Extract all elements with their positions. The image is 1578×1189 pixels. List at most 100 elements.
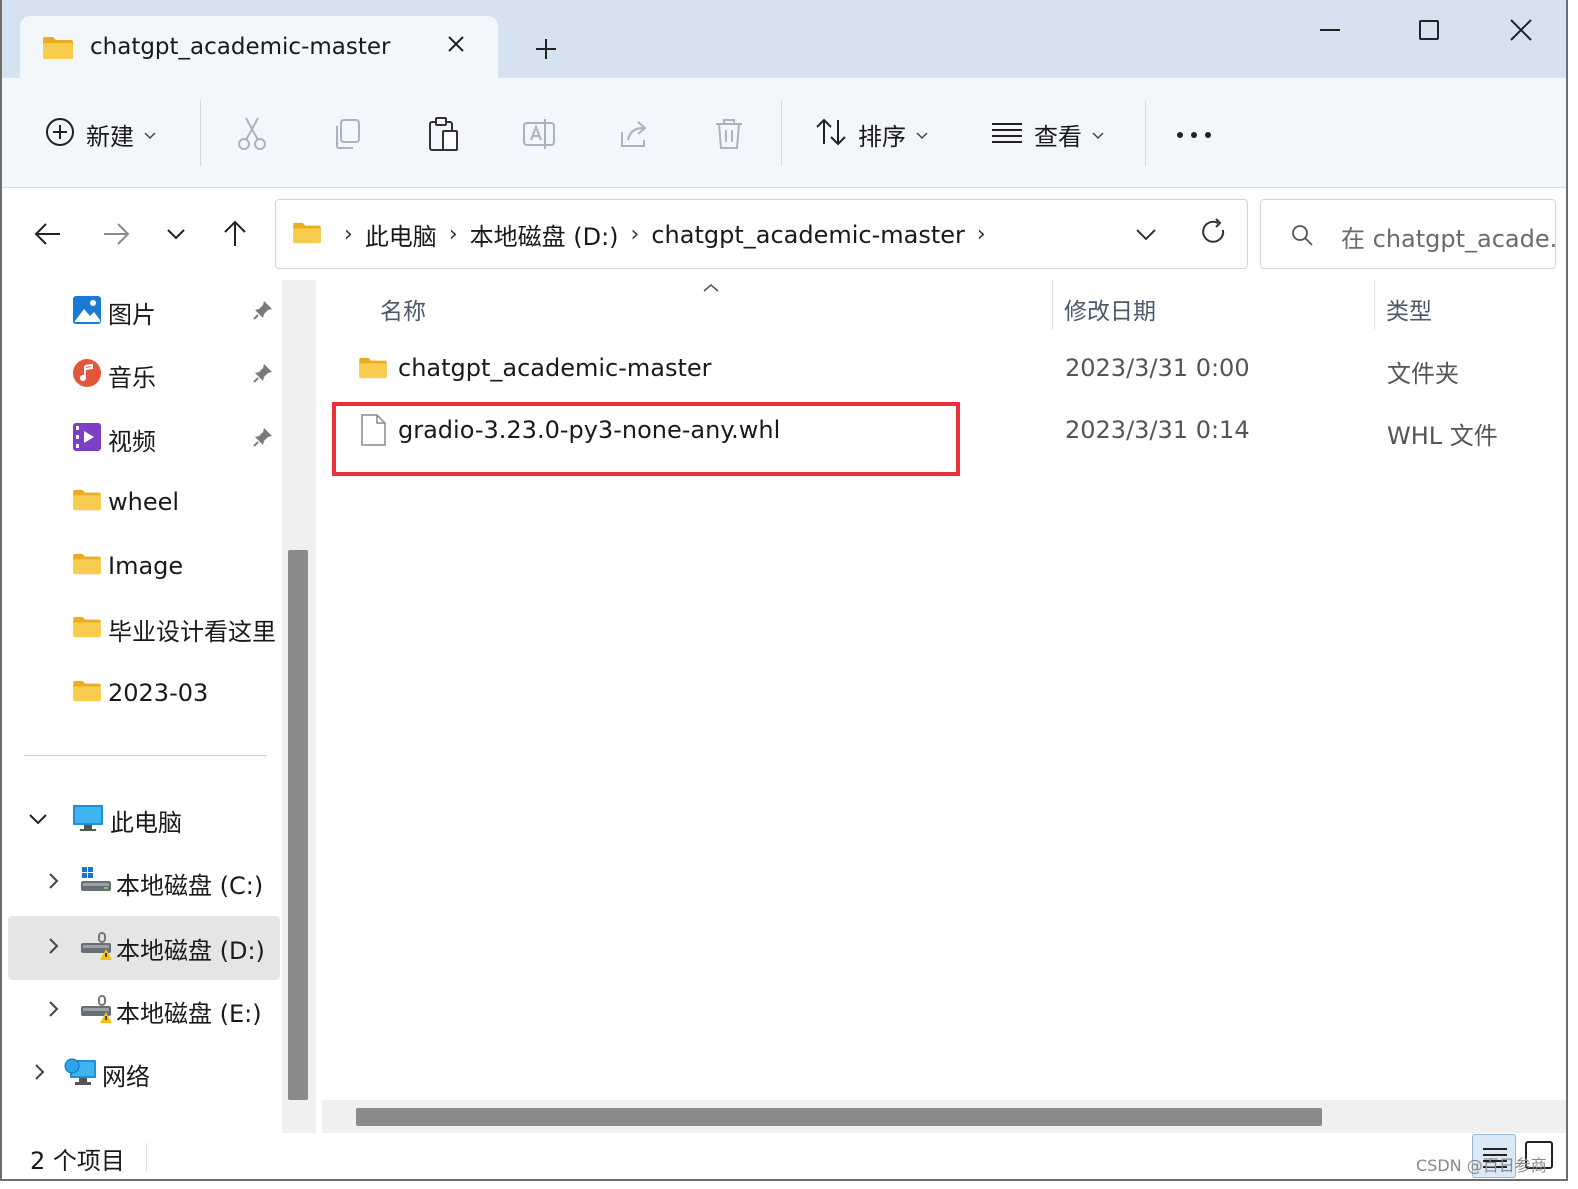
chevron-right-icon[interactable]: › [344, 222, 353, 247]
chevron-down-icon [144, 125, 156, 144]
search-input[interactable]: 在 chatgpt_acade... [1341, 219, 1555, 254]
column-header-name[interactable]: 名称 [380, 292, 426, 326]
new-tab-button[interactable] [529, 32, 563, 66]
file-name: chatgpt_academic-master [398, 354, 712, 382]
copy-icon[interactable] [328, 114, 368, 154]
status-divider [146, 1143, 147, 1171]
pin-icon [252, 426, 274, 452]
status-bar: 2 个项目 [2, 1133, 1566, 1179]
sidebar-item-pictures[interactable]: 图片 [2, 284, 278, 340]
toolbar-divider [781, 100, 782, 166]
list-lines-icon [990, 119, 1024, 149]
table-row[interactable]: chatgpt_academic-master 2023/3/31 0:00 文… [338, 340, 1566, 398]
folder-icon [72, 489, 102, 515]
file-type: 文件夹 [1387, 360, 1459, 388]
minimize-button[interactable] [1307, 10, 1353, 50]
file-modified: 2023/3/31 0:14 [1065, 416, 1250, 444]
warning-drive-icon [80, 994, 112, 1028]
column-divider[interactable] [1052, 280, 1053, 330]
sidebar-item-drive-c[interactable]: 本地磁盘 (C:) [2, 855, 278, 911]
title-bar: chatgpt_academic-master [2, 0, 1566, 78]
tab-chatgpt-academic-master[interactable]: chatgpt_academic-master [20, 16, 498, 78]
windows-drive-icon [80, 866, 112, 900]
new-button-label: 新建 [86, 122, 134, 151]
chevron-right-icon[interactable] [46, 871, 60, 895]
column-header-modified[interactable]: 修改日期 [1064, 292, 1156, 326]
sidebar-item-graduation-project[interactable]: 毕业设计看这里 [2, 601, 278, 657]
sidebar-item-drive-d[interactable]: 本地磁盘 (D:) [8, 916, 280, 980]
file-type: WHL 文件 [1387, 422, 1498, 450]
folder-icon [292, 222, 322, 248]
computer-icon [72, 803, 104, 837]
watermark: CSDN @百日参商 [1416, 1156, 1547, 1175]
sidebar-item-2023-03[interactable]: 2023-03 [2, 665, 278, 721]
horizontal-scrollbar-thumb[interactable] [356, 1108, 1322, 1126]
rename-icon[interactable] [519, 114, 559, 154]
sort-ascending-icon [702, 278, 720, 297]
sidebar-item-drive-e[interactable]: 本地磁盘 (E:) [2, 983, 278, 1039]
sidebar-item-label: 网络 [102, 1062, 150, 1091]
sidebar-item-label: 2023-03 [108, 679, 209, 707]
warning-drive-icon [80, 931, 112, 965]
chevron-down-icon[interactable] [28, 811, 48, 830]
sidebar-item-this-pc[interactable]: 此电脑 [2, 792, 278, 848]
sidebar-item-label: 图片 [108, 300, 156, 329]
sort-button-label: 排序 [858, 122, 906, 151]
close-tab-icon[interactable] [440, 28, 472, 60]
view-button-label: 查看 [1034, 122, 1082, 151]
navigation-pane: 图片 音乐 视频 wheel Image 毕业设计看这里 2023-03 此电脑… [2, 280, 316, 1133]
more-dots-icon [1174, 125, 1214, 144]
annotation-highlight-box [332, 402, 960, 476]
paste-icon[interactable] [423, 114, 463, 154]
delete-icon[interactable] [709, 114, 749, 154]
sidebar-item-label: 音乐 [108, 363, 156, 392]
network-icon [64, 1056, 96, 1092]
search-box[interactable]: 在 chatgpt_acade... [1260, 199, 1556, 269]
sidebar-item-network[interactable]: 网络 [2, 1046, 278, 1102]
sidebar-item-music[interactable]: 音乐 [2, 347, 278, 403]
toolbar-divider [1145, 100, 1146, 166]
share-icon[interactable] [614, 114, 654, 154]
chevron-down-icon [916, 125, 928, 144]
sidebar-item-label: 视频 [108, 427, 156, 456]
file-modified: 2023/3/31 0:00 [1065, 354, 1250, 382]
chevron-right-icon[interactable]: › [449, 222, 458, 247]
address-history-dropdown-icon[interactable] [1134, 222, 1158, 250]
up-button[interactable] [215, 214, 255, 254]
chevron-right-icon[interactable] [46, 999, 60, 1023]
new-button[interactable]: 新建 [44, 112, 156, 156]
cut-icon[interactable] [232, 114, 272, 154]
forward-button[interactable] [96, 214, 136, 254]
sidebar-scrollbar-thumb[interactable] [288, 550, 308, 1100]
sort-button[interactable]: 排序 [814, 112, 928, 156]
chevron-right-icon[interactable] [32, 1062, 46, 1086]
sort-arrows-icon [814, 116, 848, 152]
close-window-button[interactable] [1498, 10, 1544, 50]
back-button[interactable] [28, 214, 68, 254]
maximize-button[interactable] [1406, 10, 1452, 50]
view-button[interactable]: 查看 [990, 112, 1104, 156]
more-options-button[interactable] [1174, 112, 1214, 156]
sidebar-item-label: 本地磁盘 (C:) [116, 871, 264, 900]
sidebar-item-label: 本地磁盘 (D:) [116, 936, 265, 965]
sidebar-item-videos[interactable]: 视频 [2, 411, 278, 467]
folder-icon [72, 553, 102, 579]
chevron-right-icon[interactable]: › [977, 222, 986, 247]
chevron-right-icon[interactable] [46, 936, 60, 960]
videos-icon [72, 422, 102, 456]
column-header-type[interactable]: 类型 [1386, 292, 1432, 326]
chevron-right-icon[interactable]: › [631, 222, 640, 247]
sidebar-item-wheel[interactable]: wheel [2, 474, 278, 530]
sidebar-item-image[interactable]: Image [2, 538, 278, 594]
plus-circle-icon [44, 116, 76, 152]
breadcrumb-this-pc[interactable]: 此电脑 [365, 217, 437, 252]
column-divider[interactable] [1374, 280, 1375, 330]
address-bar[interactable]: › 此电脑 › 本地磁盘 (D:) › chatgpt_academic-mas… [275, 199, 1248, 269]
breadcrumb-current-folder[interactable]: chatgpt_academic-master [651, 221, 965, 249]
breadcrumb: › 此电脑 › 本地磁盘 (D:) › chatgpt_academic-mas… [332, 217, 998, 252]
refresh-icon[interactable] [1198, 216, 1230, 252]
item-count: 2 个项目 [30, 1147, 125, 1175]
folder-icon [358, 357, 388, 383]
breadcrumb-drive-d[interactable]: 本地磁盘 (D:) [470, 217, 619, 252]
recent-locations-button[interactable] [156, 214, 196, 254]
